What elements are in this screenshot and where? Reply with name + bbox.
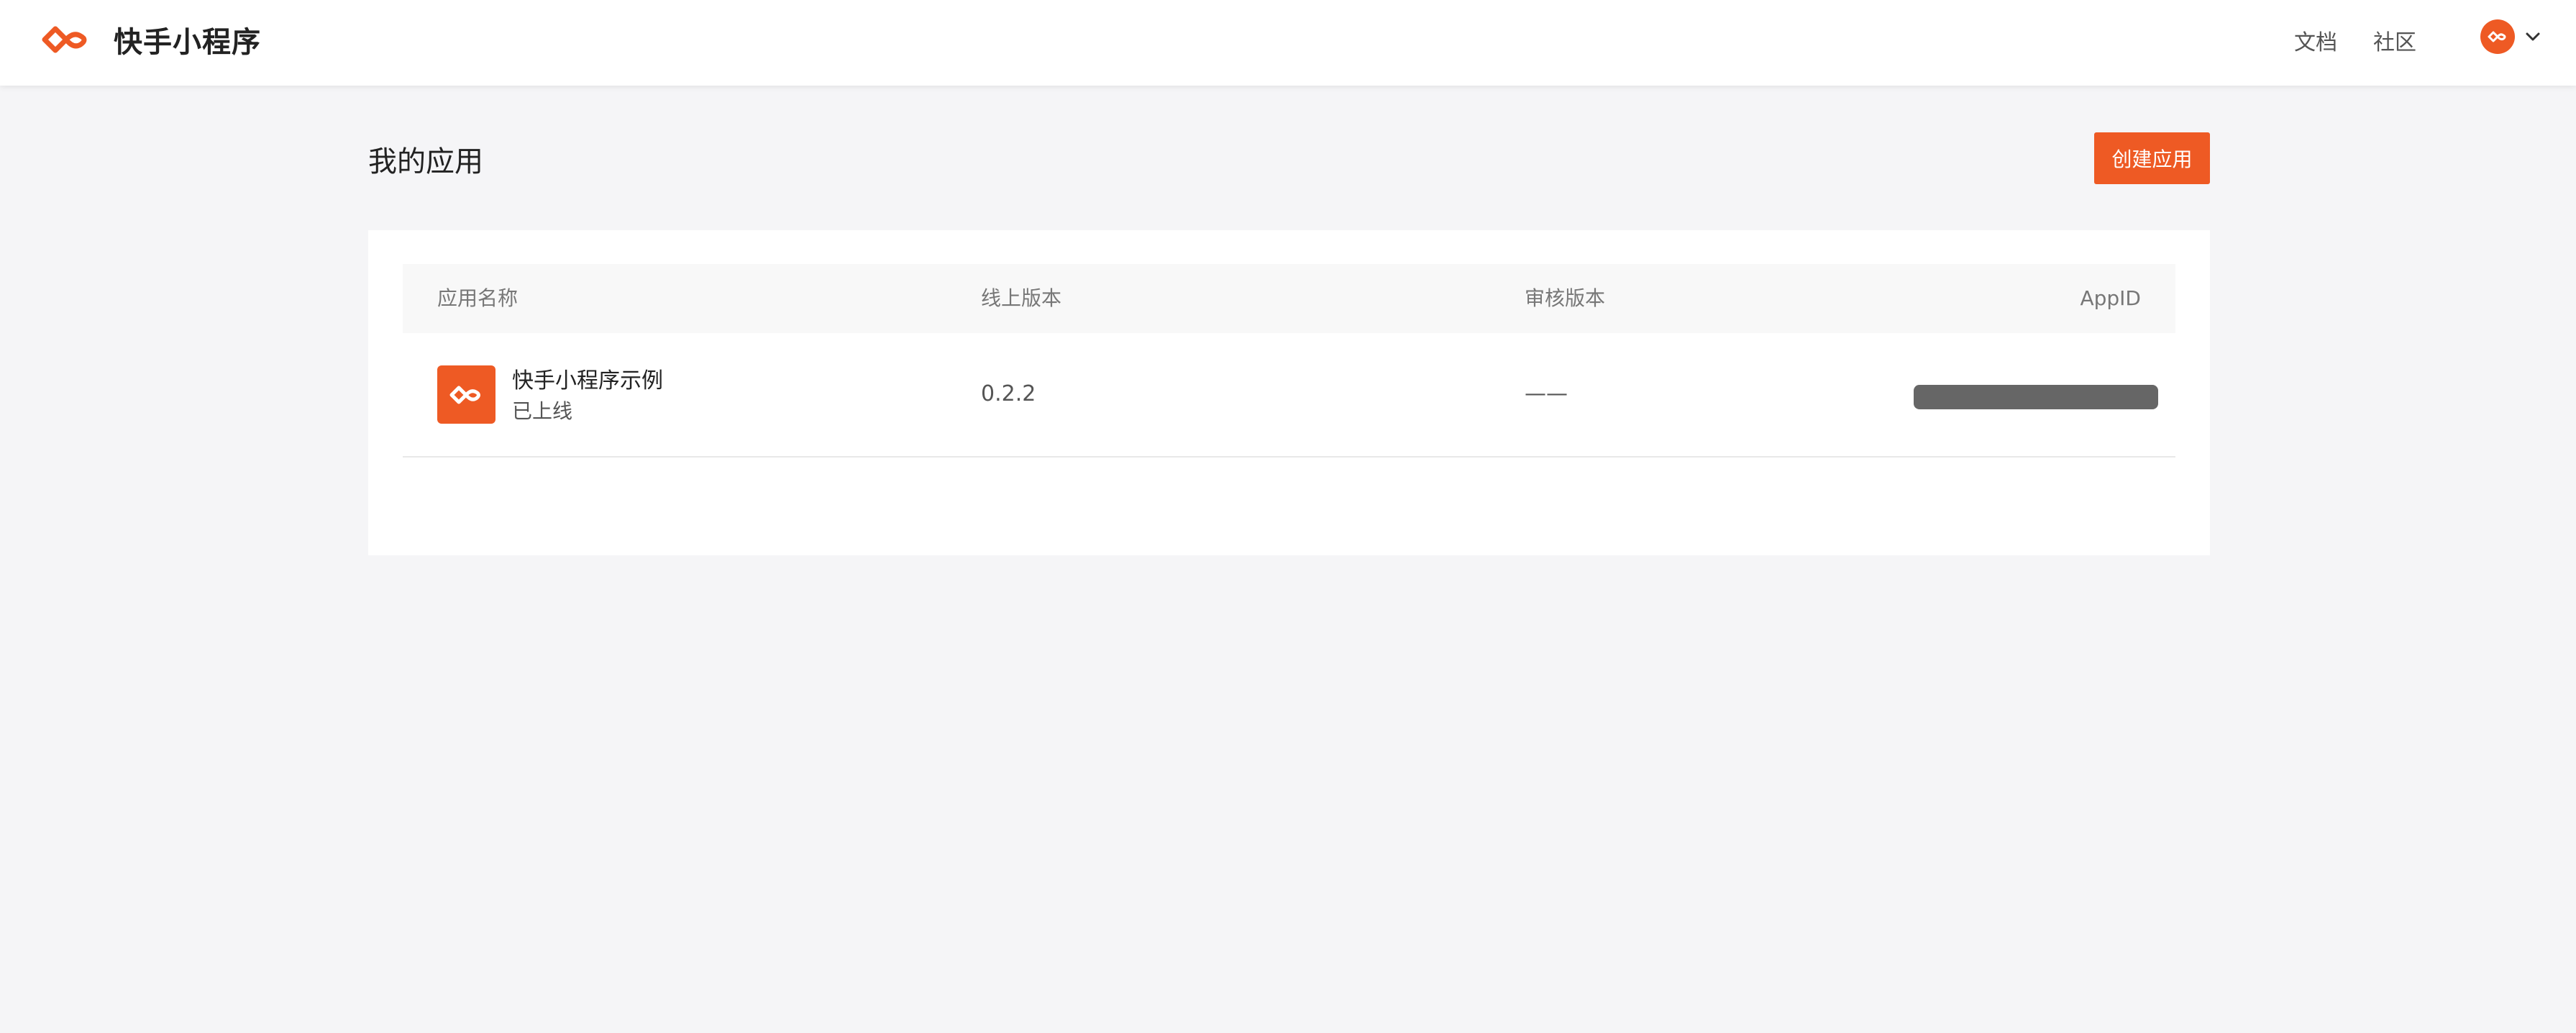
table-header: 应用名称 线上版本 审核版本 AppID (403, 264, 2175, 333)
app-name[interactable]: 快手小程序示例 (512, 363, 663, 394)
table-row[interactable]: 快手小程序示例 已上线 0.2.2 —— (403, 333, 2175, 458)
nav-link-docs[interactable]: 文档 (2294, 24, 2337, 56)
kuaishou-logo-icon (2488, 31, 2506, 42)
appid-redacted (1914, 385, 2158, 409)
kuaishou-logo-icon (449, 386, 480, 404)
nav-link-community[interactable]: 社区 (2373, 24, 2416, 56)
kuaishou-logo-icon (42, 26, 87, 53)
column-header-app-name: 应用名称 (437, 286, 519, 310)
column-header-review-version: 审核版本 (1525, 286, 1606, 310)
chevron-down-icon[interactable] (2525, 32, 2541, 42)
review-version: —— (1525, 381, 1568, 406)
brand-title: 快手小程序 (114, 26, 261, 59)
column-header-appid: AppID (2080, 286, 2141, 310)
page-title: 我的应用 (368, 145, 483, 178)
column-header-online-version: 线上版本 (981, 286, 1062, 310)
top-nav: 文档 社区 (2294, 24, 2452, 56)
app-icon (437, 365, 495, 424)
top-header: 快手小程序 文档 社区 (0, 0, 2576, 86)
avatar[interactable] (2480, 19, 2515, 54)
apps-card: 应用名称 线上版本 审核版本 AppID 快手小程序示例 已上线 0.2.2 —… (368, 230, 2210, 555)
online-version: 0.2.2 (981, 381, 1036, 406)
create-app-button[interactable]: 创建应用 (2094, 132, 2210, 184)
app-status: 已上线 (512, 399, 573, 423)
brand[interactable]: 快手小程序 (40, 22, 261, 59)
user-menu[interactable] (2480, 19, 2541, 54)
